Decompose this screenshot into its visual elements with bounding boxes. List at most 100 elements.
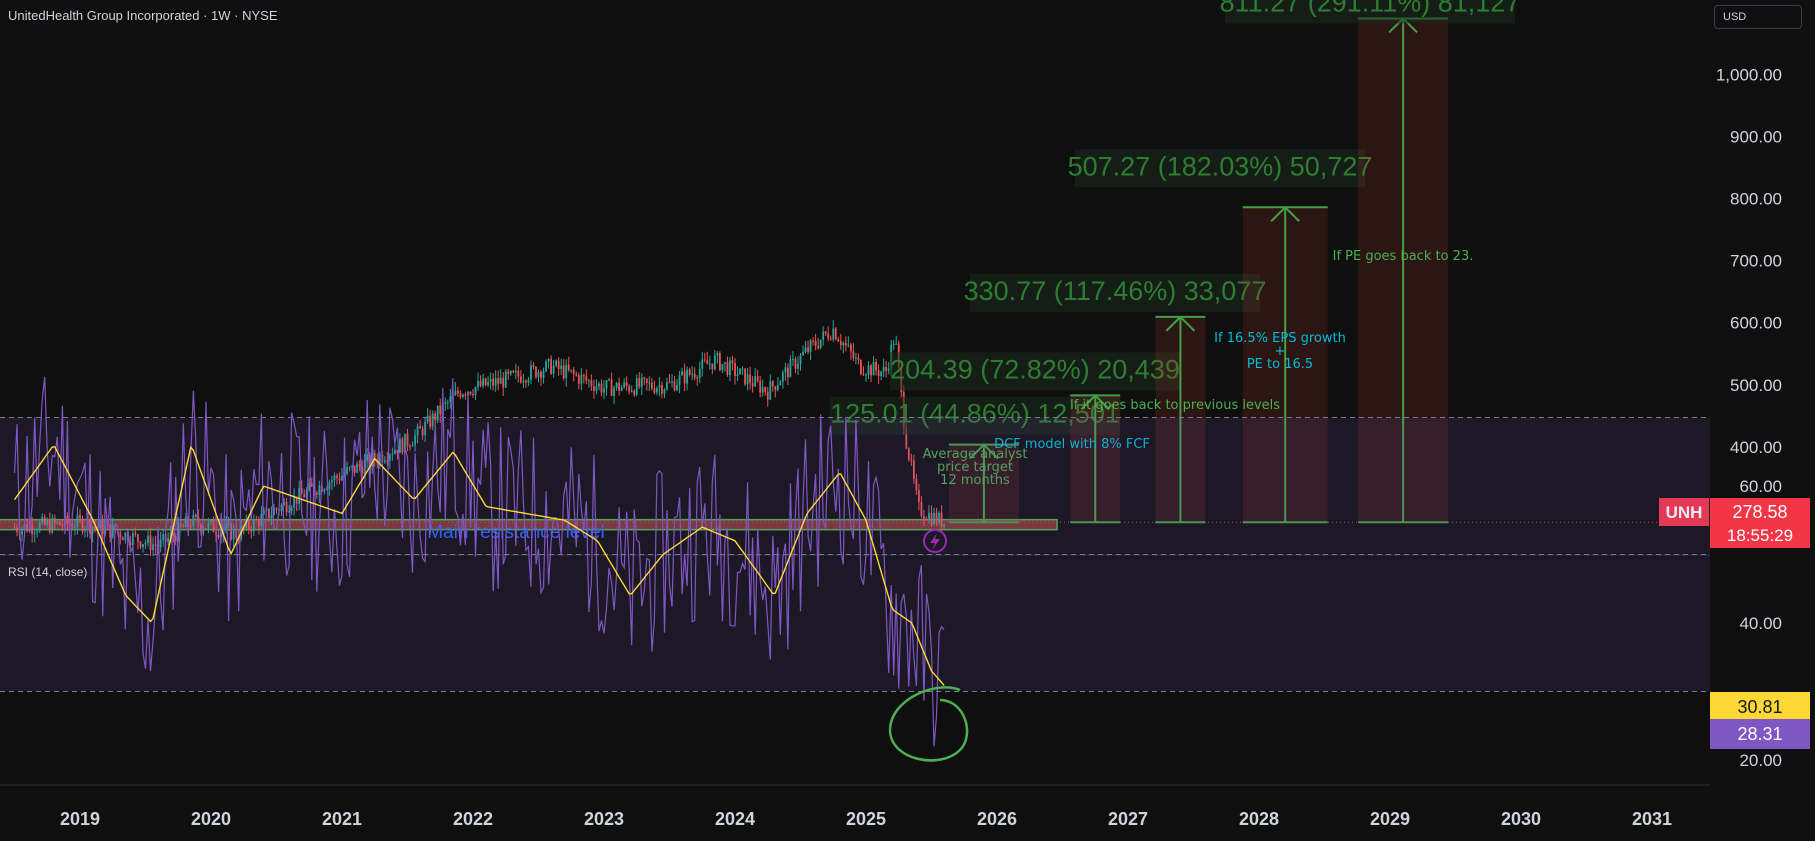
- rsi-tick-label: 40.00: [1739, 614, 1782, 633]
- candle-body: [577, 375, 580, 384]
- candle-body: [620, 387, 623, 391]
- candle-body: [522, 380, 525, 383]
- candle-body: [512, 370, 515, 373]
- candle-body: [769, 381, 772, 400]
- candle-body: [482, 378, 484, 387]
- rsi-indicator-title: RSI (14, close): [8, 565, 88, 579]
- candle-body: [708, 363, 711, 365]
- candle-body: [638, 378, 641, 387]
- candle-body: [736, 374, 739, 376]
- candle-body: [567, 364, 570, 371]
- candle-body: [802, 351, 804, 356]
- price-tick-label: 900.00: [1730, 127, 1782, 146]
- price-tick-label: 600.00: [1730, 314, 1782, 333]
- candle-body: [849, 344, 852, 352]
- projection-note: If PE goes back to 23.: [1333, 249, 1474, 264]
- candle-body: [525, 380, 527, 383]
- candle-body: [650, 382, 653, 389]
- candle-body: [484, 378, 487, 386]
- candle-body: [603, 388, 605, 393]
- time-tick-label: 2021: [322, 809, 362, 829]
- candle-body: [658, 385, 661, 389]
- candle-body: [860, 360, 862, 374]
- candle-body: [882, 367, 885, 372]
- candle-body: [605, 380, 608, 389]
- candle-body: [678, 375, 681, 385]
- candle-body: [693, 373, 696, 378]
- candle-body: [557, 360, 560, 369]
- candle-body: [701, 359, 704, 369]
- candle-body: [446, 402, 449, 404]
- candle-body: [784, 367, 787, 373]
- candle-body: [779, 381, 782, 386]
- candle-body: [502, 377, 505, 388]
- candle-body: [865, 374, 867, 376]
- candle-body: [507, 371, 510, 375]
- time-tick-label: 2019: [60, 809, 100, 829]
- candle-body: [724, 362, 726, 364]
- candle-body: [837, 339, 840, 342]
- last-price-text: 278.58: [1732, 502, 1787, 522]
- time-tick-label: 2028: [1239, 809, 1279, 829]
- candle-body: [739, 368, 741, 375]
- candle-body: [494, 378, 497, 386]
- candle-body: [751, 383, 754, 387]
- candle-body: [590, 380, 593, 387]
- time-tick-label: 2029: [1370, 809, 1410, 829]
- candle-body: [487, 381, 490, 386]
- candle-body: [761, 387, 764, 393]
- time-tick-label: 2023: [584, 809, 624, 829]
- candle-body: [439, 405, 442, 415]
- projection-label: 330.77 (117.46%) 33,077: [964, 276, 1267, 306]
- candle-body: [754, 376, 757, 387]
- candle-body: [749, 374, 752, 384]
- candle-body: [799, 355, 802, 365]
- candle-body: [814, 341, 817, 346]
- candle-body: [673, 381, 676, 391]
- rsi-tick-label: 60.00: [1739, 477, 1782, 496]
- candle-body: [560, 365, 563, 369]
- candle-body: [686, 369, 689, 384]
- candle-body: [885, 367, 888, 371]
- candle-body: [731, 360, 734, 364]
- candle-body: [653, 388, 656, 393]
- candle-body: [671, 381, 673, 383]
- candle-body: [519, 376, 522, 383]
- candle-body: [759, 380, 762, 393]
- candle-body: [706, 360, 709, 365]
- candle-body: [817, 345, 820, 348]
- candle-body: [822, 331, 825, 340]
- candle-body: [892, 344, 895, 346]
- candle-body: [593, 386, 595, 391]
- candle-body: [598, 383, 600, 387]
- candle-body: [870, 365, 872, 376]
- candle-body: [683, 371, 686, 384]
- candle-body: [875, 362, 877, 371]
- candle-body: [781, 372, 784, 382]
- candle-body: [479, 380, 482, 387]
- candle-body: [766, 391, 769, 400]
- candle-body: [600, 383, 603, 393]
- chart-title: UnitedHealth Group Incorporated · 1W · N…: [8, 8, 278, 23]
- candle-body: [449, 396, 452, 403]
- price-tick-label: 800.00: [1730, 190, 1782, 209]
- candle-body: [474, 387, 477, 395]
- candle-body: [776, 385, 779, 391]
- candle-body: [827, 333, 830, 339]
- projection-label: 204.39 (72.82%) 20,439: [890, 354, 1180, 384]
- time-tick-label: 2027: [1108, 809, 1148, 829]
- candle-body: [661, 385, 663, 394]
- candle-body: [587, 380, 590, 382]
- candle-body: [472, 394, 474, 396]
- candle-body: [640, 377, 643, 387]
- candle-body: [454, 390, 457, 395]
- candle-body: [787, 367, 789, 378]
- candle-body: [610, 379, 613, 396]
- candle-body: [681, 371, 683, 376]
- candle-body: [469, 391, 472, 395]
- chart-svg: 300.00400.00500.00600.00700.00800.00900.…: [0, 0, 1815, 841]
- candle-body: [663, 389, 666, 394]
- currency-button[interactable]: USD: [1714, 5, 1802, 29]
- candle-body: [582, 374, 585, 377]
- candle-body: [552, 365, 555, 374]
